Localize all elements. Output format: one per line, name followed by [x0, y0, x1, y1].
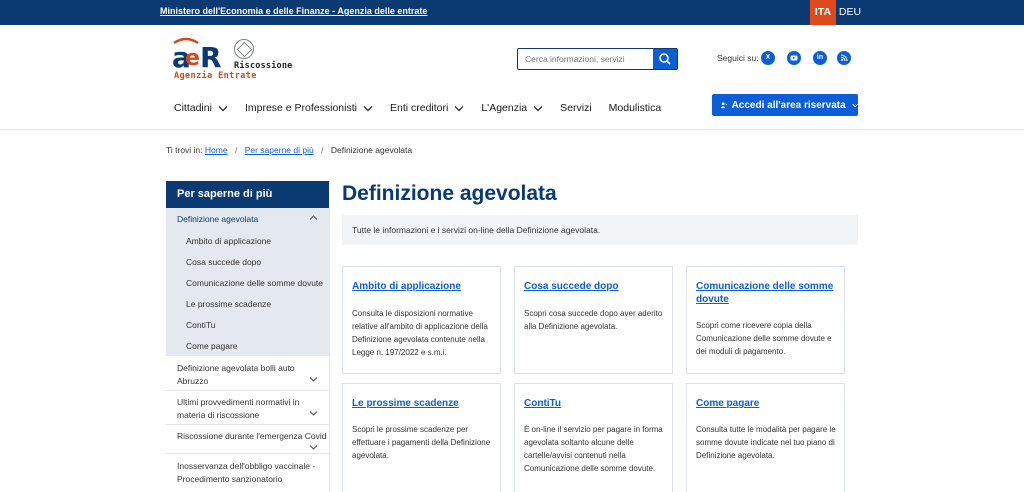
sidebar-subitem-ambito[interactable]: Ambito di applicazione — [186, 236, 271, 246]
card-title[interactable]: Come pagare — [696, 397, 841, 410]
nav-label: Enti creditori — [389, 102, 449, 114]
sidebar-item-label: Ultimi provvedimenti normativi in — [177, 397, 300, 407]
svg-text:e: e — [185, 46, 200, 71]
chevron-down-icon — [852, 103, 858, 107]
search-box — [517, 48, 678, 70]
breadcrumb-home[interactable]: Home — [205, 145, 228, 155]
sidebar-border — [329, 208, 330, 492]
card-title[interactable]: Le prossime scadenze — [352, 397, 497, 410]
nav-modulistica[interactable]: Modulistica — [609, 100, 662, 116]
logo-text-agenzia: Agenzia Entrate — [174, 71, 257, 81]
search-button[interactable] — [653, 49, 677, 69]
nav-imprese[interactable]: Imprese e Professionisti — [245, 100, 373, 116]
nav-label: L'Agenzia — [481, 102, 528, 114]
card-scadenze[interactable]: Le prossime scadenze Scopri le prossime … — [342, 383, 501, 492]
sidebar-item-covid[interactable]: Riscossione durante l'emergenza Covid — [166, 425, 329, 454]
logo-text-riscossione: Riscossione — [234, 61, 293, 71]
youtube-icon[interactable] — [787, 51, 801, 65]
republic-emblem-icon — [234, 39, 254, 59]
sidebar-item-label: Procedimento sanzionatorio — [177, 474, 283, 484]
nav-label: Imprese e Professionisti — [244, 102, 357, 114]
sidebar-item-label: Abruzzo — [177, 376, 209, 386]
sidebar-subitem-contitu[interactable]: ContiTu — [186, 320, 215, 330]
card-ambito[interactable]: Ambito di applicazione Consulta le dispo… — [342, 266, 501, 374]
login-label: Accedi all'area riservata — [731, 99, 846, 111]
chevron-down-icon — [309, 411, 318, 416]
search-icon — [659, 53, 671, 65]
chevron-down-icon — [533, 105, 543, 111]
lang-deu[interactable]: DEU — [838, 0, 862, 25]
header-divider — [0, 129, 1024, 130]
card-title[interactable]: Ambito di applicazione — [352, 280, 497, 293]
card-description: Scopri come ricevere copia della Comunic… — [696, 321, 832, 356]
follow-label: Seguici su: — [717, 53, 759, 63]
chevron-down-icon — [309, 445, 318, 450]
rss-icon[interactable] — [837, 51, 851, 65]
nav-label: Cittadini — [174, 102, 212, 114]
linkedin-icon[interactable]: in — [813, 51, 827, 65]
nav-agenzia[interactable]: L'Agenzia — [481, 100, 543, 116]
search-input[interactable] — [518, 49, 654, 69]
card-title[interactable]: Comunicazione delle somme dovute — [696, 280, 841, 306]
chevron-down-icon — [218, 105, 228, 111]
sidebar-item-obbligo-vaccinale[interactable]: Inosservanza dell'obbligo vaccinale - Pr… — [166, 454, 329, 492]
card-description: Consulta le disposizioni normative relat… — [352, 309, 488, 357]
sidebar-item-bolli-auto[interactable]: Definizione agevolata bolli auto Abruzzo — [166, 356, 329, 391]
nav-cittadini[interactable]: Cittadini — [174, 100, 228, 116]
sidebar-item-label: Inosservanza dell'obbligo vaccinale - — [177, 461, 316, 471]
chevron-down-icon — [454, 105, 464, 111]
sidebar-item-label: materia di riscossione — [177, 410, 260, 420]
sidebar-subitem-comunicazione[interactable]: Comunicazione delle somme dovute — [186, 278, 323, 288]
card-description: È on-line il servizio per pagare in form… — [524, 425, 663, 473]
sidebar-item-provvedimenti[interactable]: Ultimi provvedimenti normativi in materi… — [166, 391, 329, 425]
sidebar-current-section: Definizione agevolata Ambito di applicaz… — [166, 208, 329, 356]
card-contitu[interactable]: ContiTu È on-line il servizio per pagare… — [514, 383, 673, 492]
card-description: Scopri cosa succede dopo aver aderito al… — [524, 309, 663, 331]
sidebar-subitem-cosa-succede[interactable]: Cosa succede dopo — [186, 257, 261, 267]
intro-box: Tutte le informazioni e i servizi on-lin… — [342, 215, 858, 245]
site-logo[interactable]: a e R Riscossione Agenzia Entrate — [172, 37, 293, 81]
breadcrumb-separator: / — [234, 145, 238, 155]
card-comunicazione[interactable]: Comunicazione delle somme dovute Scopri … — [686, 266, 845, 374]
login-button[interactable]: Accedi all'area riservata — [712, 94, 858, 116]
top-bar: Ministero dell'Economia e delle Finanze … — [0, 0, 1024, 25]
sidebar-heading: Per saperne di più — [166, 181, 329, 208]
page-title: Definizione agevolata — [342, 182, 557, 205]
card-title[interactable]: ContiTu — [524, 397, 669, 410]
chevron-up-icon[interactable] — [309, 214, 318, 221]
user-icon — [720, 102, 728, 109]
sidebar-item-label: Riscossione durante l'emergenza Covid — [177, 431, 327, 441]
sidebar-subitem-scadenze[interactable]: Le prossime scadenze — [186, 299, 271, 309]
sidebar-subitem-come-pagare[interactable]: Come pagare — [186, 341, 238, 351]
institution-link[interactable]: Ministero dell'Economia e delle Finanze … — [160, 6, 427, 16]
chevron-down-icon — [363, 105, 373, 111]
nav-label: Modulistica — [608, 102, 662, 114]
sidebar-item-label: Definizione agevolata bolli auto — [177, 363, 295, 373]
logo-mark-icon: a e R — [172, 37, 222, 71]
card-cosa-succede[interactable]: Cosa succede dopo Scopri cosa succede do… — [514, 266, 673, 374]
card-description: Scopri le prossime scadenze per effettua… — [352, 425, 491, 460]
sidebar-item-definizione-agevolata[interactable]: Definizione agevolata — [177, 214, 258, 224]
x-icon[interactable]: X — [761, 51, 775, 65]
card-come-pagare[interactable]: Come pagare Consulta tutte le modalità p… — [686, 383, 845, 492]
nav-enti-creditori[interactable]: Enti creditori — [390, 100, 464, 116]
svg-text:R: R — [200, 41, 222, 71]
nav-label: Servizi — [560, 102, 592, 114]
breadcrumb-separator: / — [321, 145, 324, 155]
chevron-down-icon — [309, 377, 318, 382]
lang-ita[interactable]: ITA — [810, 0, 836, 25]
breadcrumb-current: Definizione agevolata — [330, 145, 413, 155]
main-nav: Cittadini Imprese e Professionisti Enti … — [174, 100, 678, 116]
breadcrumb-parent[interactable]: Per saperne di più — [245, 145, 314, 155]
breadcrumb-prefix: Ti trovi in: — [166, 145, 203, 155]
card-title[interactable]: Cosa succede dopo — [524, 280, 669, 293]
breadcrumb: Ti trovi in: Home / Per saperne di più /… — [166, 145, 412, 155]
nav-servizi[interactable]: Servizi — [560, 100, 592, 116]
card-description: Consulta tutte le modalità per pagare le… — [696, 425, 836, 460]
